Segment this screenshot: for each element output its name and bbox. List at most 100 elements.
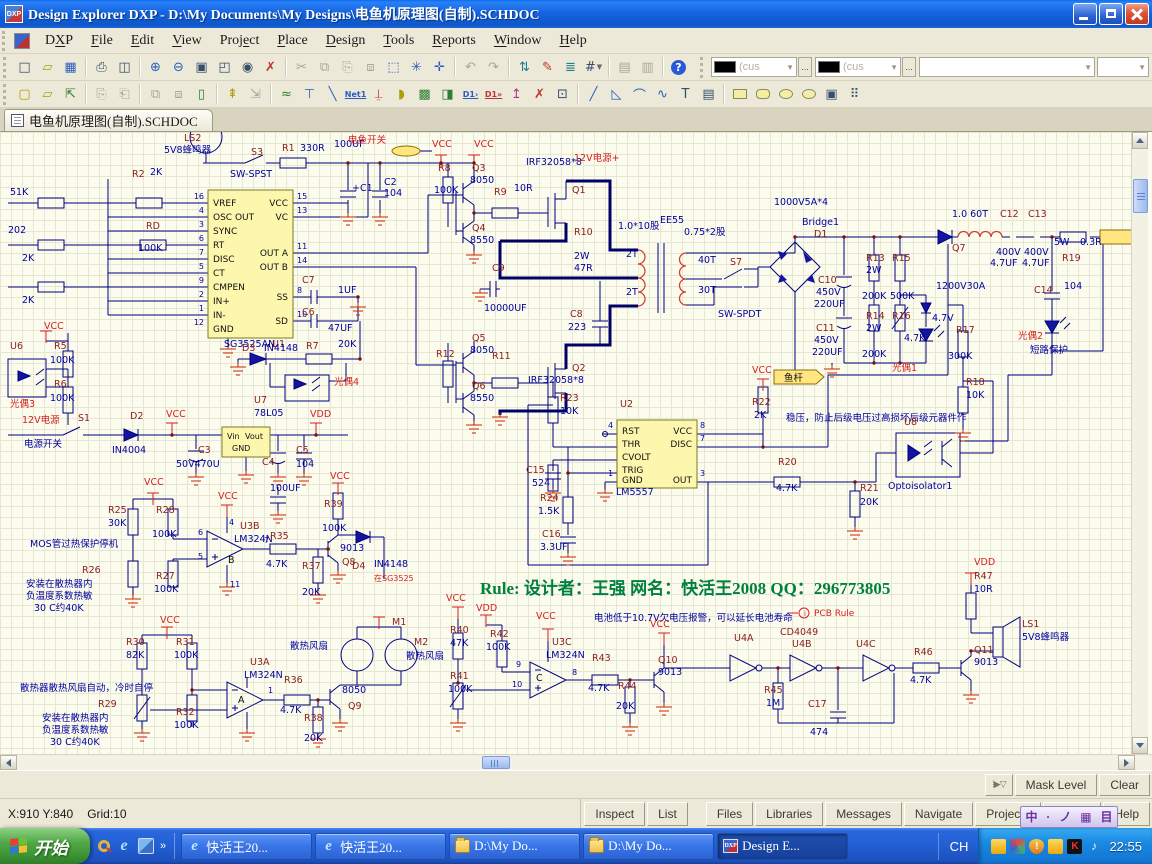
- place-bus-entry-button[interactable]: ╲: [321, 83, 344, 105]
- library-button[interactable]: ▤: [613, 56, 636, 78]
- deselect-button[interactable]: ✳: [405, 56, 428, 78]
- scroll-up-button[interactable]: [1132, 132, 1148, 149]
- horizontal-scroll-track[interactable]: [17, 755, 1118, 770]
- menu-view[interactable]: View: [163, 30, 211, 52]
- language-indicator[interactable]: CH: [938, 833, 978, 860]
- zoom-out-button[interactable]: ⊖: [167, 56, 190, 78]
- copy-button[interactable]: ⧉: [313, 56, 336, 78]
- quick-launch-msn-icon[interactable]: [138, 838, 154, 854]
- tray-security-shield-icon[interactable]: !: [1029, 839, 1044, 854]
- tray-lock-icon[interactable]: [991, 839, 1006, 854]
- synchronize-button[interactable]: ⇲: [244, 83, 267, 105]
- horizontal-scrollbar[interactable]: [0, 754, 1152, 770]
- menu-place[interactable]: Place: [268, 30, 316, 52]
- document-tab[interactable]: 电鱼机原理图(自制).SCHDOC: [4, 109, 213, 131]
- zoom-point-button[interactable]: ◉: [236, 56, 259, 78]
- ime-icon-2[interactable]: ノ: [1059, 811, 1071, 823]
- place-power-port-button[interactable]: ⍊: [367, 83, 390, 105]
- panel-button-messages[interactable]: Messages: [825, 802, 902, 826]
- new-document-button[interactable]: □: [13, 56, 36, 78]
- menu-help[interactable]: Help: [551, 30, 596, 52]
- print-button[interactable]: ⎙: [90, 56, 113, 78]
- scroll-left-button[interactable]: [0, 755, 17, 770]
- color-combo-2[interactable]: (cus ▼: [815, 57, 901, 77]
- menu-tools[interactable]: Tools: [374, 30, 423, 52]
- place-net-label-button[interactable]: Net1: [344, 83, 367, 105]
- color-more-button-2[interactable]: ...: [902, 57, 916, 77]
- taskbar-task-active[interactable]: DXPDesign E...: [717, 833, 848, 860]
- menu-project[interactable]: Project: [211, 30, 269, 52]
- ime-icon-4[interactable]: 目: [1101, 811, 1113, 823]
- cut-button[interactable]: ✂: [290, 56, 313, 78]
- horizontal-scroll-thumb[interactable]: [482, 756, 510, 769]
- undo-button[interactable]: ↶: [459, 56, 482, 78]
- panel-button-files[interactable]: Files: [706, 802, 753, 826]
- place-part-button[interactable]: ◗: [390, 83, 413, 105]
- import-document-button[interactable]: ⇱: [59, 83, 82, 105]
- tray-volume-icon[interactable]: ♪: [1086, 839, 1101, 854]
- panel-button-libraries[interactable]: Libraries: [755, 802, 823, 826]
- draw-line-button[interactable]: ╱: [582, 83, 605, 105]
- wide-combo[interactable]: ▼: [919, 57, 1095, 77]
- paste-recall-button[interactable]: ⧈: [167, 83, 190, 105]
- clear-button[interactable]: Clear: [1099, 774, 1150, 796]
- scroll-down-button[interactable]: [1132, 737, 1148, 754]
- menu-file[interactable]: File: [82, 30, 122, 52]
- menu-design[interactable]: Design: [317, 30, 375, 52]
- paste-button[interactable]: ⎘: [336, 56, 359, 78]
- draw-ellipse-button[interactable]: [774, 83, 797, 105]
- place-no-erc-button[interactable]: ✗: [528, 83, 551, 105]
- menu-edit[interactable]: Edit: [122, 30, 163, 52]
- filter-options-button[interactable]: ⁞▶▽: [985, 774, 1012, 796]
- place-parameter-button[interactable]: ⊡: [551, 83, 574, 105]
- dxp-menu-icon[interactable]: [14, 33, 30, 49]
- minimize-button[interactable]: [1073, 3, 1097, 25]
- clear-filter-button[interactable]: ✗: [259, 56, 282, 78]
- draw-arc-button[interactable]: ⌒: [628, 83, 651, 105]
- hierarchy-button[interactable]: ≣: [559, 56, 582, 78]
- place-offsheet-connector-button[interactable]: D1»: [482, 83, 505, 105]
- draw-polygon-button[interactable]: ◺: [605, 83, 628, 105]
- tray-scanner-icon[interactable]: [1010, 839, 1025, 854]
- edit-sheet-button[interactable]: ⎗: [113, 83, 136, 105]
- panel-button-inspect[interactable]: Inspect: [584, 802, 645, 826]
- scroll-right-button[interactable]: [1118, 755, 1135, 770]
- ime-icon-0[interactable]: 中: [1025, 811, 1037, 823]
- wizard-button[interactable]: ✎: [536, 56, 559, 78]
- save-button[interactable]: ▦: [59, 56, 82, 78]
- duplicate-button[interactable]: ⧉: [144, 83, 167, 105]
- move-selection-button[interactable]: ✛: [428, 56, 451, 78]
- quick-launch-search-icon[interactable]: [98, 840, 110, 852]
- tray-kaspersky-icon[interactable]: K: [1067, 839, 1082, 854]
- new-sheet-button[interactable]: ▢: [13, 83, 36, 105]
- taskbar-task-button[interactable]: e快活王20...: [181, 833, 312, 860]
- place-sheet-symbol-button[interactable]: ▩: [413, 83, 436, 105]
- zoom-in-button[interactable]: ⊕: [144, 56, 167, 78]
- taskbar-task-button[interactable]: D:\My Do...: [449, 833, 580, 860]
- draw-rectangle-button[interactable]: [728, 83, 751, 105]
- small-combo[interactable]: ▼: [1097, 57, 1149, 77]
- place-probe-button[interactable]: ↥: [505, 83, 528, 105]
- quick-launch-ie-icon[interactable]: e: [116, 838, 132, 854]
- zoom-document-button[interactable]: ▣: [190, 56, 213, 78]
- redo-button[interactable]: ↷: [482, 56, 505, 78]
- open-document-button[interactable]: ▱: [36, 56, 59, 78]
- place-port-button[interactable]: D1›: [459, 83, 482, 105]
- place-bus-button[interactable]: ⊤: [298, 83, 321, 105]
- place-text-button[interactable]: T: [674, 83, 697, 105]
- color-more-button-1[interactable]: ...: [798, 57, 812, 77]
- set-paste-array-button[interactable]: ⠿: [843, 83, 866, 105]
- menu-reports[interactable]: Reports: [423, 30, 485, 52]
- grid-dropdown-button[interactable]: #▼: [582, 56, 605, 78]
- draw-round-rectangle-button[interactable]: [751, 83, 774, 105]
- start-button[interactable]: 开始: [0, 828, 90, 864]
- place-text-frame-button[interactable]: ▤: [697, 83, 720, 105]
- place-image-button[interactable]: ▣: [820, 83, 843, 105]
- copy-sheet-button[interactable]: ⎘: [90, 83, 113, 105]
- tray-lock2-icon[interactable]: [1048, 839, 1063, 854]
- ime-icon-1[interactable]: ·: [1046, 811, 1050, 823]
- draw-bezier-button[interactable]: ∿: [651, 83, 674, 105]
- close-button[interactable]: [1125, 3, 1149, 25]
- sort-button[interactable]: ⇅: [513, 56, 536, 78]
- toolbar-grip-format[interactable]: [700, 57, 707, 78]
